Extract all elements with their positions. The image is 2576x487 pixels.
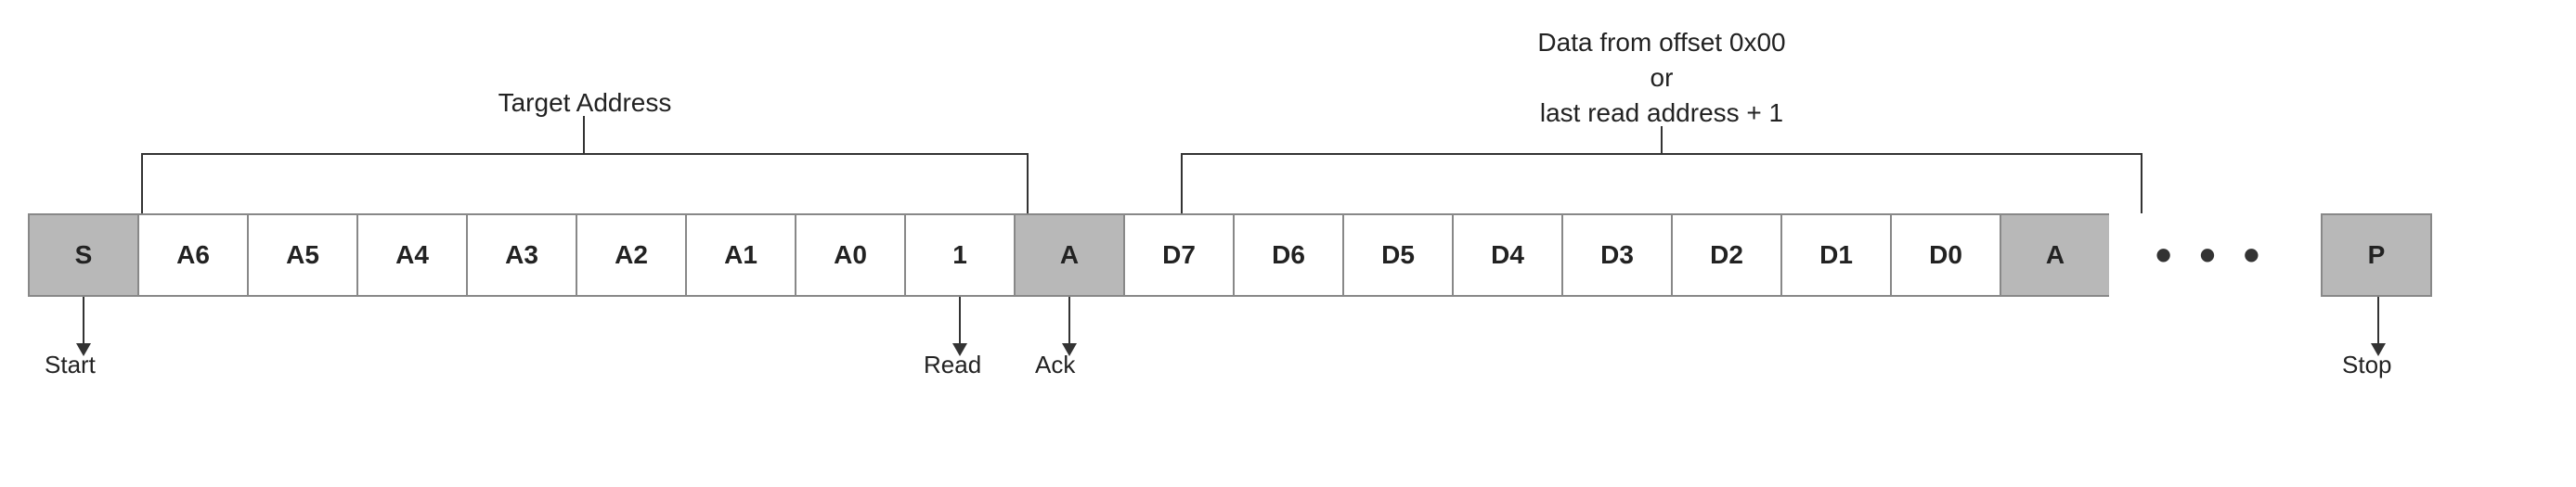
ack-arrow [1062, 297, 1077, 356]
cell-d7: D7 [1123, 213, 1235, 297]
target-address-bracket [141, 153, 1029, 213]
cell-ack2: A [2000, 213, 2111, 297]
ack-label: Ack [1035, 351, 1075, 379]
cell-s: S [28, 213, 139, 297]
read-label: Read [924, 351, 981, 379]
target-address-label: Target Address [141, 88, 1029, 118]
cell-a0: A0 [795, 213, 906, 297]
cell-a2: A2 [576, 213, 687, 297]
cell-d2: D2 [1671, 213, 1782, 297]
cell-a5: A5 [247, 213, 358, 297]
diagram-container: Target Address Data from offset 0x00 or … [0, 0, 2576, 487]
data-bracket-tick [1661, 126, 1663, 153]
cell-a4: A4 [356, 213, 468, 297]
cell-p: P [2321, 213, 2432, 297]
stop-label: Stop [2342, 351, 2392, 379]
cell-d0: D0 [1890, 213, 2001, 297]
cell-a1: A1 [685, 213, 796, 297]
data-label-line2: or [1181, 63, 2142, 93]
target-address-tick [583, 116, 585, 153]
data-label-line3: last read address + 1 [1181, 98, 2142, 128]
start-arrow [76, 297, 91, 356]
cell-d6: D6 [1233, 213, 1344, 297]
stop-arrow [2371, 297, 2386, 356]
start-label: Start [45, 351, 96, 379]
cell-d3: D3 [1561, 213, 1673, 297]
cell-a6: A6 [137, 213, 249, 297]
cell-dots: • • • [2109, 213, 2313, 297]
cell-d4: D4 [1452, 213, 1563, 297]
cell-a3: A3 [466, 213, 577, 297]
data-label-line1: Data from offset 0x00 [1181, 28, 2142, 58]
cells-row: S A6 A5 A4 A3 A2 A1 A0 1 A D7 D6 D5 D4 D… [28, 213, 2430, 297]
cell-d5: D5 [1342, 213, 1454, 297]
cell-d1: D1 [1780, 213, 1892, 297]
read-arrow [952, 297, 967, 356]
cell-ack1: A [1014, 213, 1125, 297]
cell-read: 1 [904, 213, 1016, 297]
data-bracket [1181, 153, 2142, 213]
